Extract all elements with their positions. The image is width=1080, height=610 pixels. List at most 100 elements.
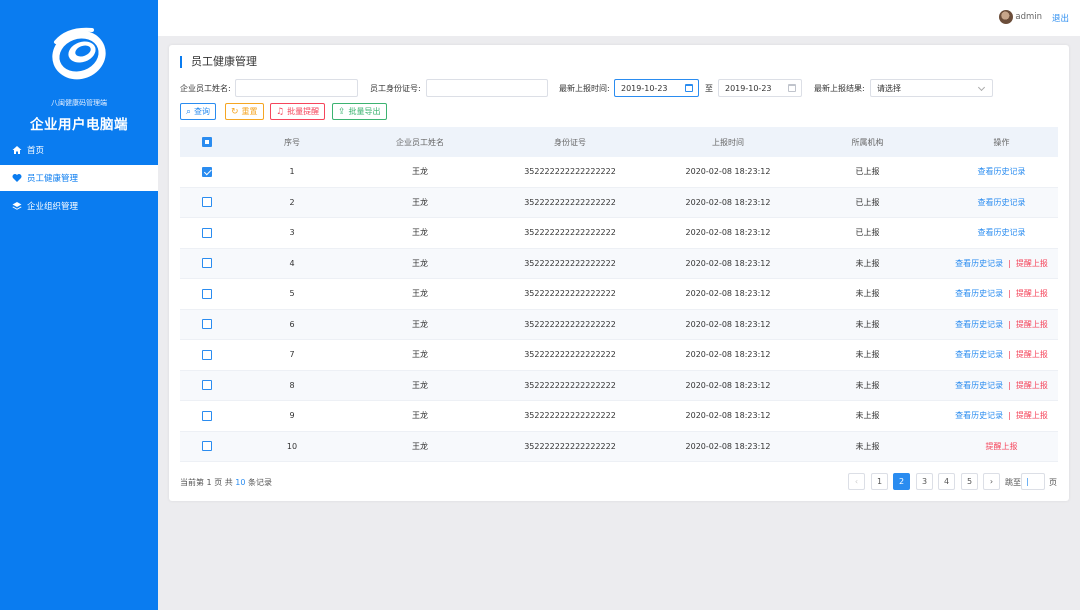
table-row: 7 王龙 352222222222222222 2020-02-08 18:23:12… [180,340,1058,371]
date-from-input[interactable]: 2019-10-23 [614,79,699,97]
cell-no: 5 [289,289,295,299]
date-to-input[interactable]: 2019-10-23 [718,79,802,97]
cell-time: 2020-02-08 18:23:12 [685,380,771,390]
batch-remind-button[interactable]: ♫ 批量提醒 [270,103,326,120]
cell-name: 王龙 [412,441,428,451]
cell-name: 王龙 [412,258,428,268]
col-header-no: 序号 [284,137,300,147]
refresh-icon: ↻ [231,106,239,117]
cell-no: 9 [289,411,295,421]
cell-id: 352222222222222222 [524,380,616,390]
summary-prefix: 当前第 [180,478,204,487]
select-all-checkbox[interactable] [202,137,212,147]
row-checkbox[interactable] [202,288,212,299]
view-history-link[interactable]: 查看历史记录 [978,197,1026,208]
calendar-icon [788,84,796,92]
app-logo-icon [52,27,106,80]
cell-time: 2020-02-08 18:23:12 [685,350,771,360]
cell-time: 2020-02-08 18:23:12 [685,258,771,268]
row-checkbox[interactable] [202,258,212,269]
page-button-2[interactable]: 2 [893,473,910,490]
row-checkbox[interactable] [202,410,212,421]
page-button-5[interactable]: 5 [961,473,978,490]
action-divider: | [1008,319,1011,329]
search-button[interactable]: ⌕ 查询 [180,103,217,120]
row-checkbox[interactable] [202,349,212,360]
cell-name: 王龙 [412,380,428,390]
avatar[interactable] [999,10,1013,24]
cell-status: 未上报 [855,380,880,390]
view-history-link[interactable]: 查看历史记录 [955,319,1003,330]
cell-status: 未上报 [855,289,880,299]
remind-report-link[interactable]: 提醒上报 [986,441,1018,452]
remind-report-link[interactable]: 提醒上报 [1016,410,1048,421]
cell-status: 已上报 [855,197,880,207]
view-history-link[interactable]: 查看历史记录 [955,380,1003,391]
employee-name-input[interactable] [235,79,358,97]
page-button-1[interactable]: 1 [871,473,888,490]
reset-button[interactable]: ↻ 重置 [225,103,264,120]
view-history-link[interactable]: 查看历史记录 [955,349,1003,360]
action-divider: | [1008,258,1011,268]
cell-no: 6 [289,319,295,329]
cell-no: 8 [289,380,295,390]
action-divider: | [1008,411,1011,421]
search-icon: ⌕ [186,106,192,117]
cell-time: 2020-02-08 18:23:12 [685,289,771,299]
logout-link[interactable]: 退出 [1052,12,1069,24]
remind-report-link[interactable]: 提醒上报 [1016,288,1048,299]
id-number-input[interactable] [426,79,548,97]
view-history-link[interactable]: 查看历史记录 [978,227,1026,238]
cell-id: 352222222222222222 [524,167,616,177]
batch-remind-button-label: 批量提醒 [287,107,320,116]
row-checkbox[interactable] [202,166,212,177]
cell-status: 未上报 [855,258,880,268]
cell-no: 2 [289,197,295,207]
row-checkbox[interactable] [202,197,212,208]
page-button-3[interactable]: 3 [916,473,933,490]
page-title: 员工健康管理 [180,56,257,68]
remind-report-link[interactable]: 提醒上报 [1016,319,1048,330]
view-history-link[interactable]: 查看历史记录 [955,258,1003,269]
cell-time: 2020-02-08 18:23:12 [685,167,771,177]
cell-name: 王龙 [412,319,428,329]
summary-current-page: 1 [206,478,212,487]
goto-page-input[interactable]: | [1021,473,1045,490]
name-filter-label: 企业员工姓名: [180,84,231,93]
sidebar-item-home[interactable]: 首页 [0,137,158,163]
result-select[interactable]: 请选择 [870,79,993,97]
row-checkbox[interactable] [202,380,212,391]
row-checkbox[interactable] [202,227,212,238]
cell-name: 王龙 [412,350,428,360]
prev-page-button[interactable]: ‹ [848,473,865,490]
cell-id: 352222222222222222 [524,289,616,299]
next-page-button[interactable]: › [983,473,1000,490]
cell-time: 2020-02-08 18:23:12 [685,228,771,238]
view-history-link[interactable]: 查看历史记录 [978,166,1026,177]
batch-export-button[interactable]: ⇪ 批量导出 [332,103,387,120]
table-row: 9 王龙 352222222222222222 2020-02-08 18:23:12… [180,401,1058,432]
org-subtitle: 八闽健康码管理端 [51,99,107,107]
remind-report-link[interactable]: 提醒上报 [1016,258,1048,269]
cell-id: 352222222222222222 [524,441,616,451]
sidebar-item-employee-health[interactable]: 员工健康管理 [0,165,158,191]
record-summary: 当前第 1 页 共 10 条记录 [180,477,272,488]
cell-status: 未上报 [855,319,880,329]
table-header: 序号 企业员工姓名 身份证号 上报时间 所属机构 操作 [180,127,1058,157]
search-button-label: 查询 [194,107,211,116]
sidebar-item-org-management[interactable]: 企业组织管理 [0,193,158,219]
page-button-4[interactable]: 4 [938,473,955,490]
date-to-value: 2019-10-23 [725,83,772,93]
row-checkbox[interactable] [202,319,212,330]
row-checkbox[interactable] [202,441,212,452]
main-panel: 员工健康管理 企业员工姓名: 员工身份证号: 最新上报时间: 2019-10-2… [169,45,1069,501]
remind-report-link[interactable]: 提醒上报 [1016,349,1048,360]
cell-time: 2020-02-08 18:23:12 [685,197,771,207]
date-filter-label: 最新上报时间: [559,84,610,93]
cell-name: 王龙 [412,167,428,177]
view-history-link[interactable]: 查看历史记录 [955,288,1003,299]
view-history-link[interactable]: 查看历史记录 [955,410,1003,421]
remind-report-link[interactable]: 提醒上报 [1016,380,1048,391]
result-select-value: 请选择 [877,83,901,93]
sidebar-item-label: 员工健康管理 [27,174,79,184]
